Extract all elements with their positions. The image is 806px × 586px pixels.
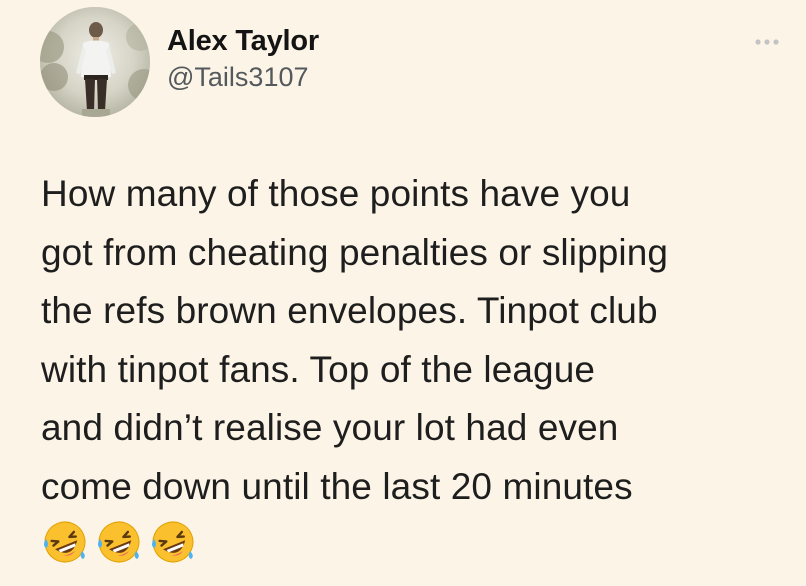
tweet-text-line: How many of those points have you (41, 173, 631, 214)
tweet-text-line: the refs brown envelopes. Tinpot club (41, 290, 658, 331)
more-options-button[interactable] (752, 28, 786, 54)
tweet-text-line: come down until the last 20 minutes (41, 465, 633, 507)
more-horizontal-icon (755, 39, 779, 45)
author-info: Alex Taylor @Tails3107 (167, 24, 319, 94)
tweet-text-line: and didn’t realise your lot had even (41, 407, 619, 448)
rolling-on-the-floor-laughing-emoji-icon (44, 521, 86, 563)
display-name[interactable]: Alex Taylor (167, 24, 319, 58)
tweet-text: How many of those points have you got fr… (41, 165, 801, 516)
tweet-text-line: with tinpot fans. Top of the league (41, 348, 596, 390)
emoji-row (42, 519, 196, 565)
rolling-on-the-floor-laughing-emoji-icon (152, 521, 194, 563)
tweet-text-line: got from cheating penalties or slipping (41, 231, 669, 273)
rolling-on-the-floor-laughing-emoji-icon (98, 521, 140, 563)
avatar[interactable] (40, 7, 150, 117)
user-handle[interactable]: @Tails3107 (167, 60, 319, 94)
avatar-photo (40, 7, 150, 117)
tweet-card: Alex Taylor @Tails3107 How many of those… (0, 0, 806, 586)
